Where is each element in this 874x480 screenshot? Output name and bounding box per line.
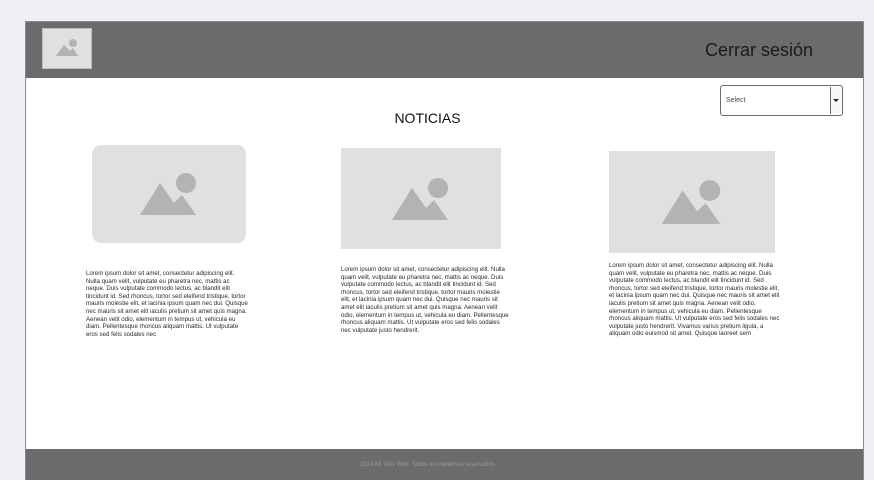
logout-button[interactable]: Cerrar sesión	[705, 40, 813, 61]
page-frame: Cerrar sesión NOTICIAS Select Lorem ipsu…	[25, 21, 864, 480]
image-placeholder-icon	[140, 173, 196, 215]
news-text-2: Lorem ipsum dolor sit amet, consectetur …	[341, 266, 509, 334]
image-placeholder-icon	[661, 180, 721, 224]
logo[interactable]	[42, 28, 92, 69]
chevron-down-icon[interactable]	[830, 87, 841, 114]
news-image-1[interactable]	[92, 145, 246, 243]
footer: 2024 Mi Sitio Web. Todos los derechos re…	[26, 449, 863, 480]
select-dropdown[interactable]: Select	[720, 85, 843, 116]
footer-copyright: 2024 Mi Sitio Web. Todos los derechos re…	[360, 462, 495, 468]
image-placeholder-icon	[392, 177, 448, 220]
news-text-1: Lorem ipsum dolor sit amet, consectetur …	[86, 270, 248, 338]
news-image-3[interactable]	[609, 151, 775, 253]
news-text-3: Lorem ipsum dolor sit amet, consectetur …	[609, 262, 780, 338]
news-image-2[interactable]	[341, 148, 501, 249]
header: Cerrar sesión	[26, 22, 863, 78]
page-title: NOTICIAS	[394, 110, 461, 126]
image-placeholder-icon	[56, 39, 78, 56]
select-value: Select	[726, 97, 746, 104]
